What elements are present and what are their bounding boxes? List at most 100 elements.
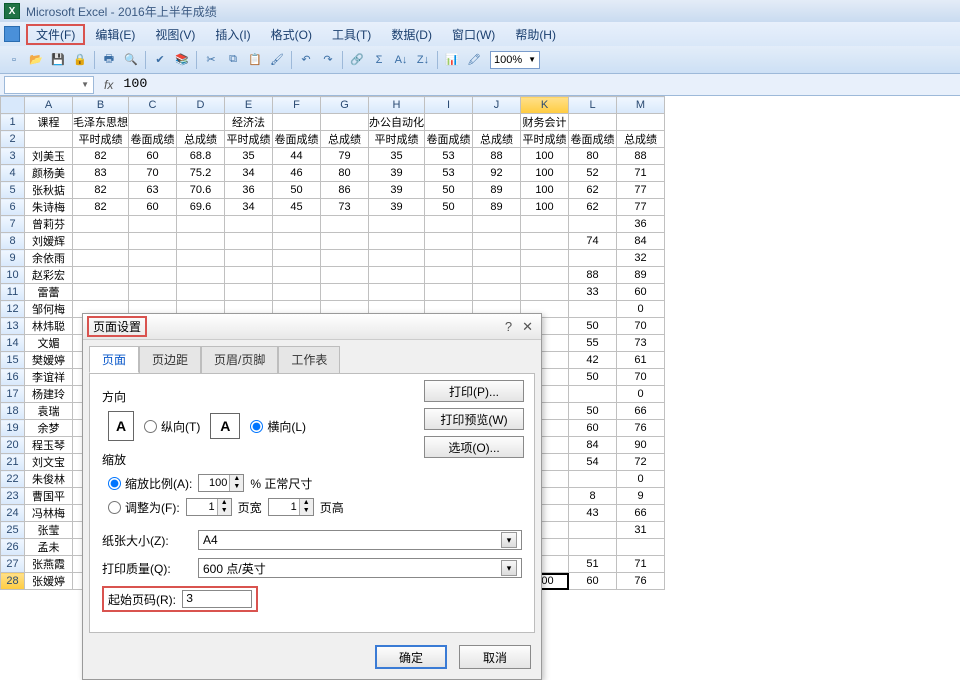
row-header[interactable]: 6 bbox=[1, 199, 25, 216]
cell[interactable]: 70 bbox=[129, 165, 177, 182]
drawing-icon[interactable]: 🖍 bbox=[464, 50, 484, 70]
cell[interactable]: 李谊祥 bbox=[25, 369, 73, 386]
cell[interactable] bbox=[569, 522, 617, 539]
cell[interactable]: 35 bbox=[369, 148, 425, 165]
name-box[interactable]: ▼ bbox=[4, 76, 94, 94]
sort-asc-icon[interactable]: A↓ bbox=[391, 50, 411, 70]
paste-icon[interactable]: 📋 bbox=[245, 50, 265, 70]
print-preview-button[interactable]: 打印预览(W) bbox=[424, 408, 524, 430]
scale-ratio-spinner[interactable]: ▲▼ bbox=[198, 474, 244, 492]
cell[interactable] bbox=[129, 250, 177, 267]
landscape-radio[interactable]: 横向(L) bbox=[250, 418, 306, 435]
cell[interactable] bbox=[225, 250, 273, 267]
row-header[interactable]: 25 bbox=[1, 522, 25, 539]
cell[interactable] bbox=[473, 216, 521, 233]
cell[interactable]: 9 bbox=[617, 488, 665, 505]
cell[interactable] bbox=[273, 267, 321, 284]
cell[interactable]: 44 bbox=[273, 148, 321, 165]
cell[interactable]: 林炜聪 bbox=[25, 318, 73, 335]
cell[interactable]: 75.2 bbox=[177, 165, 225, 182]
cell[interactable]: 卷面成绩 bbox=[569, 131, 617, 148]
menu-帮助h[interactable]: 帮助(H) bbox=[505, 24, 566, 45]
cell[interactable]: 总成绩 bbox=[321, 131, 369, 148]
cell[interactable]: 89 bbox=[473, 182, 521, 199]
cell[interactable]: 86 bbox=[321, 182, 369, 199]
cell[interactable]: 71 bbox=[617, 165, 665, 182]
cell[interactable]: 刘美玉 bbox=[25, 148, 73, 165]
redo-icon[interactable]: ↷ bbox=[318, 50, 338, 70]
cancel-button[interactable]: 取消 bbox=[459, 645, 531, 669]
cell[interactable] bbox=[321, 233, 369, 250]
cell[interactable] bbox=[177, 233, 225, 250]
row-header[interactable]: 8 bbox=[1, 233, 25, 250]
print-icon[interactable]: 🖶 bbox=[99, 50, 119, 70]
row-header[interactable]: 14 bbox=[1, 335, 25, 352]
cell[interactable]: 卷面成绩 bbox=[425, 131, 473, 148]
cell[interactable]: 经济法 bbox=[225, 114, 273, 131]
cell[interactable]: 平时成绩 bbox=[73, 131, 129, 148]
cell[interactable]: 60 bbox=[129, 199, 177, 216]
cell[interactable]: 32 bbox=[617, 250, 665, 267]
cell[interactable]: 90 bbox=[617, 437, 665, 454]
open-icon[interactable]: 📂 bbox=[26, 50, 46, 70]
menu-编辑e[interactable]: 编辑(E) bbox=[85, 24, 145, 45]
cell[interactable]: 83 bbox=[73, 165, 129, 182]
cell[interactable] bbox=[369, 216, 425, 233]
cell[interactable]: 66 bbox=[617, 403, 665, 420]
cell[interactable] bbox=[129, 114, 177, 131]
cell[interactable]: 60 bbox=[569, 573, 617, 590]
cell[interactable] bbox=[129, 233, 177, 250]
row-header[interactable]: 15 bbox=[1, 352, 25, 369]
tab-2[interactable]: 页眉/页脚 bbox=[201, 346, 278, 373]
cell[interactable]: 33 bbox=[569, 284, 617, 301]
cell[interactable]: 张莹 bbox=[25, 522, 73, 539]
new-icon[interactable]: ▫ bbox=[4, 50, 24, 70]
cell[interactable]: 办公自动化 bbox=[369, 114, 425, 131]
print-preview-icon[interactable]: 🔍 bbox=[121, 50, 141, 70]
cell[interactable] bbox=[569, 216, 617, 233]
col-header-G[interactable]: G bbox=[321, 97, 369, 114]
help-icon[interactable]: ? bbox=[505, 319, 512, 335]
cell[interactable]: 77 bbox=[617, 182, 665, 199]
cell[interactable] bbox=[225, 233, 273, 250]
cell[interactable]: 62 bbox=[569, 199, 617, 216]
cell[interactable] bbox=[273, 284, 321, 301]
col-header-E[interactable]: E bbox=[225, 97, 273, 114]
cell[interactable]: 孟未 bbox=[25, 539, 73, 556]
cell[interactable] bbox=[425, 267, 473, 284]
cell[interactable]: 36 bbox=[617, 216, 665, 233]
cell[interactable]: 刘文宝 bbox=[25, 454, 73, 471]
row-header[interactable]: 17 bbox=[1, 386, 25, 403]
cell[interactable] bbox=[473, 250, 521, 267]
cell[interactable] bbox=[73, 267, 129, 284]
portrait-radio[interactable]: 纵向(T) bbox=[144, 418, 200, 435]
row-header[interactable]: 24 bbox=[1, 505, 25, 522]
spin-down-icon[interactable]: ▼ bbox=[229, 483, 243, 491]
spin-up-icon[interactable]: ▲ bbox=[229, 475, 243, 483]
sort-desc-icon[interactable]: Z↓ bbox=[413, 50, 433, 70]
row-header[interactable]: 1 bbox=[1, 114, 25, 131]
cell[interactable]: 杨建玲 bbox=[25, 386, 73, 403]
cell[interactable]: 50 bbox=[569, 369, 617, 386]
cell[interactable]: 朱诗梅 bbox=[25, 199, 73, 216]
row-header[interactable]: 11 bbox=[1, 284, 25, 301]
cell[interactable] bbox=[521, 216, 569, 233]
cell[interactable]: 39 bbox=[369, 182, 425, 199]
cell[interactable]: 0 bbox=[617, 386, 665, 403]
dialog-titlebar[interactable]: 页面设置 ? ✕ bbox=[83, 314, 541, 340]
copy-icon[interactable]: ⧉ bbox=[223, 50, 243, 70]
cell[interactable] bbox=[473, 267, 521, 284]
start-page-input[interactable] bbox=[182, 590, 252, 608]
cell[interactable]: 卷面成绩 bbox=[129, 131, 177, 148]
cell[interactable]: 88 bbox=[569, 267, 617, 284]
menu-视图v[interactable]: 视图(V) bbox=[145, 24, 205, 45]
fit-height-spinner[interactable]: ▲▼ bbox=[268, 498, 314, 516]
cell[interactable]: 34 bbox=[225, 165, 273, 182]
col-header-L[interactable]: L bbox=[569, 97, 617, 114]
cell[interactable] bbox=[521, 250, 569, 267]
tab-1[interactable]: 页边距 bbox=[139, 346, 201, 373]
cell[interactable] bbox=[25, 131, 73, 148]
cell[interactable] bbox=[473, 114, 521, 131]
cell[interactable]: 80 bbox=[321, 165, 369, 182]
fx-icon[interactable]: fx bbox=[104, 78, 113, 92]
